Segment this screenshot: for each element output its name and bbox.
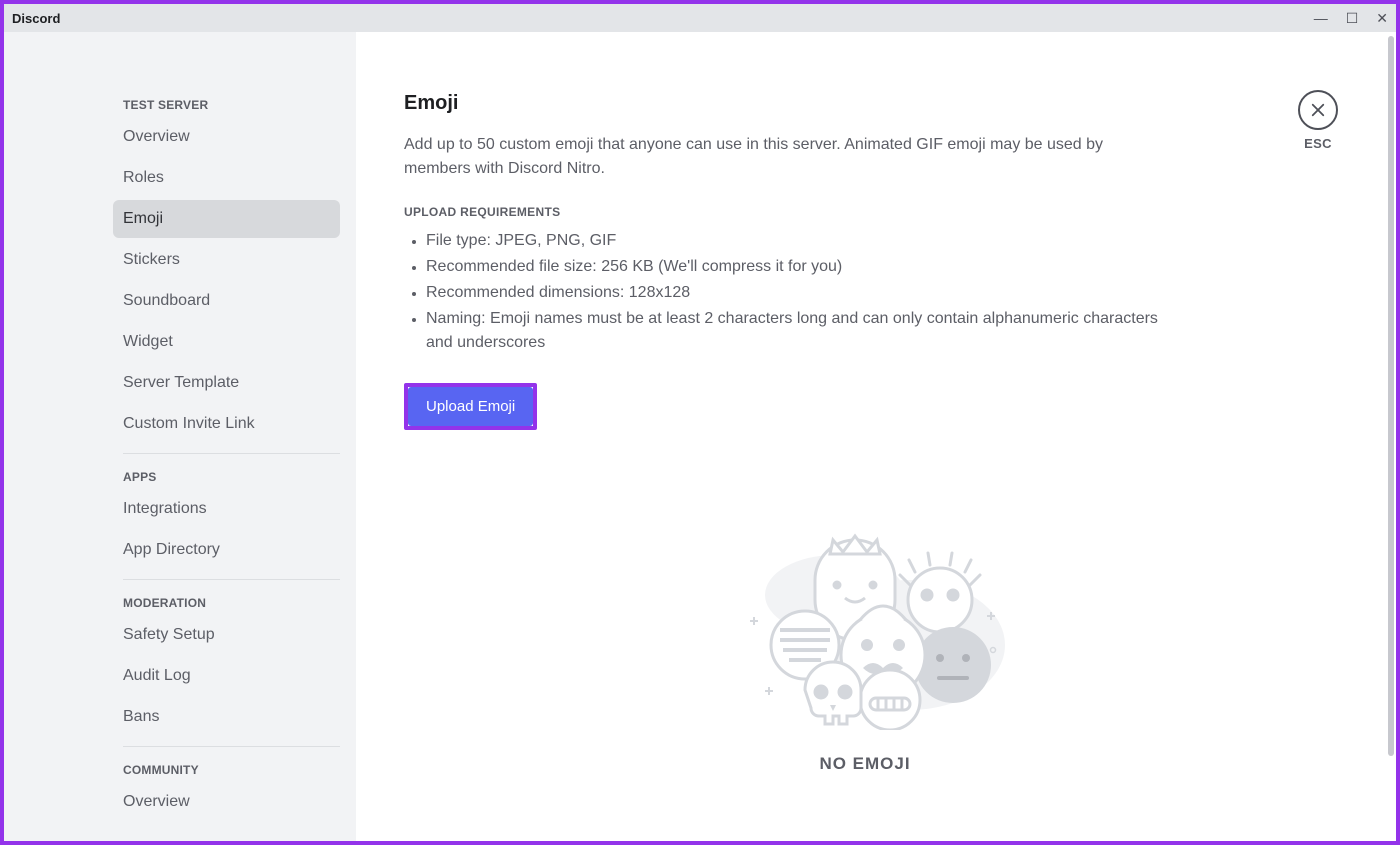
scrollbar[interactable]: [1386, 32, 1396, 841]
sidebar-item-audit-log[interactable]: Audit Log: [113, 657, 340, 695]
sidebar-item-custom-invite-link[interactable]: Custom Invite Link: [113, 405, 340, 443]
page-description: Add up to 50 custom emoji that anyone ca…: [404, 133, 1164, 181]
empty-state: NO EMOJI: [404, 490, 1326, 774]
maximize-icon[interactable]: ☐: [1346, 10, 1359, 27]
upload-emoji-button[interactable]: Upload Emoji: [408, 387, 533, 426]
close-settings[interactable]: ESC: [1298, 90, 1338, 151]
sidebar-heading-community: COMMUNITY: [113, 757, 340, 783]
window-controls: — ☐ ✕: [1314, 10, 1388, 27]
sidebar-heading-moderation: MODERATION: [113, 590, 340, 616]
requirements-heading: UPLOAD REQUIREMENTS: [404, 205, 1326, 219]
sidebar-item-bans[interactable]: Bans: [113, 698, 340, 736]
requirements-list: File type: JPEG, PNG, GIF Recommended fi…: [404, 229, 1184, 355]
close-window-icon[interactable]: ✕: [1376, 10, 1388, 27]
settings-sidebar: TEST SERVER Overview Roles Emoji Sticker…: [4, 32, 356, 841]
close-icon[interactable]: [1298, 90, 1338, 130]
sidebar-item-widget[interactable]: Widget: [113, 323, 340, 361]
sidebar-divider: [123, 746, 340, 747]
sidebar-item-community-overview[interactable]: Overview: [113, 783, 340, 821]
sidebar-divider: [123, 579, 340, 580]
page-title: Emoji: [404, 92, 1326, 115]
app-body: TEST SERVER Overview Roles Emoji Sticker…: [4, 32, 1396, 841]
app-window: Discord — ☐ ✕ TEST SERVER Overview Roles…: [0, 0, 1400, 845]
empty-state-title: NO EMOJI: [404, 754, 1326, 774]
sidebar-item-emoji[interactable]: Emoji: [113, 200, 340, 238]
empty-state-illustration: [705, 490, 1025, 730]
sidebar-item-stickers[interactable]: Stickers: [113, 241, 340, 279]
sidebar-item-server-template[interactable]: Server Template: [113, 364, 340, 402]
close-label: ESC: [1298, 136, 1338, 151]
sidebar-item-soundboard[interactable]: Soundboard: [113, 282, 340, 320]
sidebar-divider: [123, 453, 340, 454]
minimize-icon[interactable]: —: [1314, 10, 1328, 26]
sidebar-heading-apps: APPS: [113, 464, 340, 490]
requirement-item: File type: JPEG, PNG, GIF: [426, 229, 1184, 253]
sidebar-item-app-directory[interactable]: App Directory: [113, 531, 340, 569]
titlebar: Discord — ☐ ✕: [4, 4, 1396, 32]
upload-emoji-highlight: Upload Emoji: [404, 383, 537, 430]
content-wrap: ESC Emoji Add up to 50 custom emoji that…: [356, 32, 1396, 841]
sidebar-item-integrations[interactable]: Integrations: [113, 490, 340, 528]
settings-content: ESC Emoji Add up to 50 custom emoji that…: [356, 32, 1386, 841]
window-title: Discord: [12, 11, 60, 26]
requirement-item: Recommended file size: 256 KB (We'll com…: [426, 255, 1184, 279]
sidebar-item-safety-setup[interactable]: Safety Setup: [113, 616, 340, 654]
sidebar-heading-server: TEST SERVER: [113, 92, 340, 118]
requirement-item: Recommended dimensions: 128x128: [426, 281, 1184, 305]
sidebar-item-roles[interactable]: Roles: [113, 159, 340, 197]
requirement-item: Naming: Emoji names must be at least 2 c…: [426, 307, 1184, 355]
sidebar-item-overview[interactable]: Overview: [113, 118, 340, 156]
scrollbar-thumb[interactable]: [1388, 36, 1394, 756]
